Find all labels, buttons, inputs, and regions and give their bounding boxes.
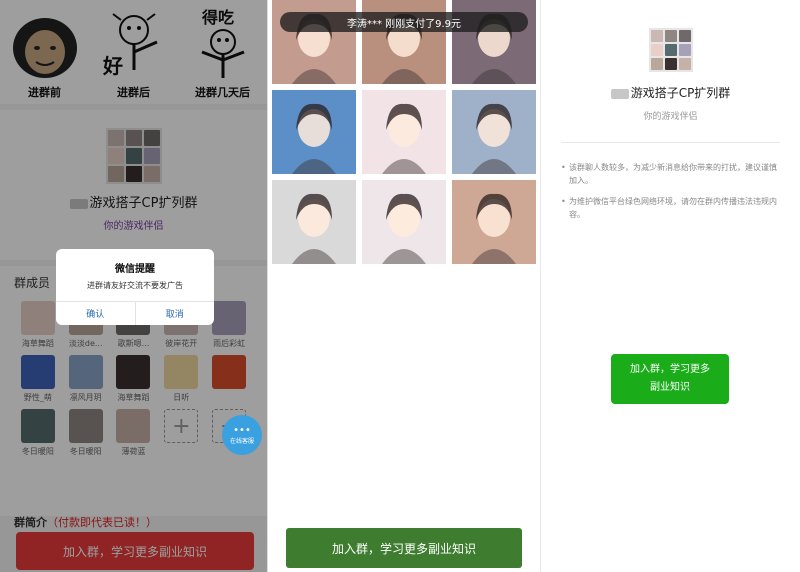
profile-photo <box>452 180 536 264</box>
profile-photo <box>362 180 446 264</box>
dialog-title: 微信提醒 <box>115 264 155 275</box>
group-subtitle: 你的游戏伴侣 <box>643 112 698 122</box>
service-label: 在线客服 <box>229 437 254 445</box>
cancel-button[interactable]: 取消 <box>136 302 215 325</box>
profile-photo <box>452 90 536 174</box>
online-service-button[interactable]: ••• 在线客服 <box>222 415 262 455</box>
payment-toast: 李涛*** 刚刚支付了9.9元 <box>280 12 528 32</box>
group-header: 游戏搭子CP扩列群 你的游戏伴侣 <box>541 0 800 122</box>
profile-photo <box>272 180 356 264</box>
notice-item: 该群聊人数较多，为减少新消息给你带来的打扰，建议谨慎加入。 <box>561 161 780 187</box>
wechat-alert-dialog: 微信提醒 进群请友好交流不要发广告 确认 取消 <box>56 249 214 325</box>
chat-bubble-icon: ••• <box>233 424 251 436</box>
group-name: 游戏搭子CP扩列群 <box>610 84 730 101</box>
join-button[interactable]: 加入群，学习更多 副业知识 <box>611 354 729 404</box>
middle-panel: 李涛*** 刚刚支付了9.9元 加入群，学习更多副业知识 <box>270 0 538 572</box>
photo-grid <box>272 0 538 264</box>
dialog-message: 进群请友好交流不要发广告 <box>87 281 183 290</box>
confirm-button[interactable]: 确认 <box>56 302 136 325</box>
left-panel: 进群前 好 进群后 得吃 进群几天后 游戏搭子CP扩列群 你的游戏伴侣 群成员 … <box>0 0 268 572</box>
profile-photo <box>272 90 356 174</box>
notice-list: 该群聊人数较多，为减少新消息给你带来的打扰，建议谨慎加入。 为维护微信平台绿色网… <box>541 143 800 221</box>
join-button-line1: 加入群，学习更多 <box>630 364 710 375</box>
join-button[interactable]: 加入群，学习更多副业知识 <box>286 528 522 568</box>
redacted-mark <box>610 88 629 99</box>
notice-item: 为维护微信平台绿色网络环境，请勿在群内传播违法违规内容。 <box>561 195 780 221</box>
right-panel: 游戏搭子CP扩列群 你的游戏伴侣 该群聊人数较多，为减少新消息给你带来的打扰，建… <box>540 0 800 572</box>
group-avatar <box>648 28 693 72</box>
profile-photo <box>362 90 446 174</box>
join-button-line2: 副业知识 <box>650 382 690 393</box>
